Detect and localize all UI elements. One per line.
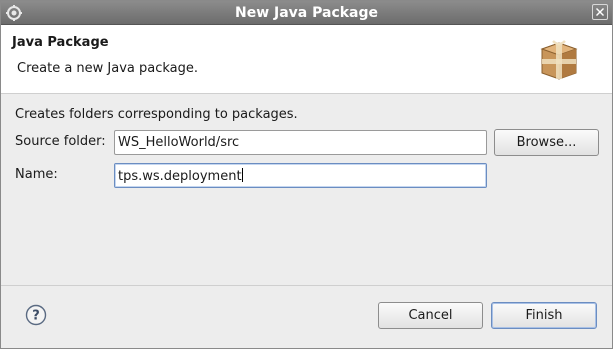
package-name-input[interactable]: tps.ws.deployment xyxy=(114,163,487,188)
svg-text:?: ? xyxy=(32,309,40,324)
title-bar[interactable]: New Java Package xyxy=(1,1,612,25)
footer-separator xyxy=(1,285,612,286)
name-label: Name: xyxy=(15,167,58,182)
package-name-value: tps.ws.deployment xyxy=(118,169,242,184)
source-folder-input[interactable]: WS_HelloWorld/src xyxy=(114,130,487,155)
form-area: Creates folders corresponding to package… xyxy=(1,95,612,285)
browse-button[interactable]: Browse... xyxy=(494,129,599,156)
package-icon xyxy=(540,40,578,80)
finish-button[interactable]: Finish xyxy=(491,302,597,329)
banner-heading: Java Package xyxy=(12,35,109,50)
window-title: New Java Package xyxy=(234,5,379,21)
source-folder-value: WS_HelloWorld/src xyxy=(118,135,240,150)
source-folder-label: Source folder: xyxy=(15,134,106,149)
new-java-package-dialog: New Java Package Java Package Create a n… xyxy=(0,0,613,349)
form-note: Creates folders corresponding to package… xyxy=(15,107,298,122)
banner-description: Create a new Java package. xyxy=(17,61,199,76)
text-caret xyxy=(241,168,243,182)
help-icon[interactable]: ? xyxy=(25,304,47,326)
cancel-button[interactable]: Cancel xyxy=(378,302,483,329)
wizard-banner: Java Package Create a new Java package. xyxy=(1,25,612,94)
close-icon[interactable] xyxy=(592,4,608,20)
